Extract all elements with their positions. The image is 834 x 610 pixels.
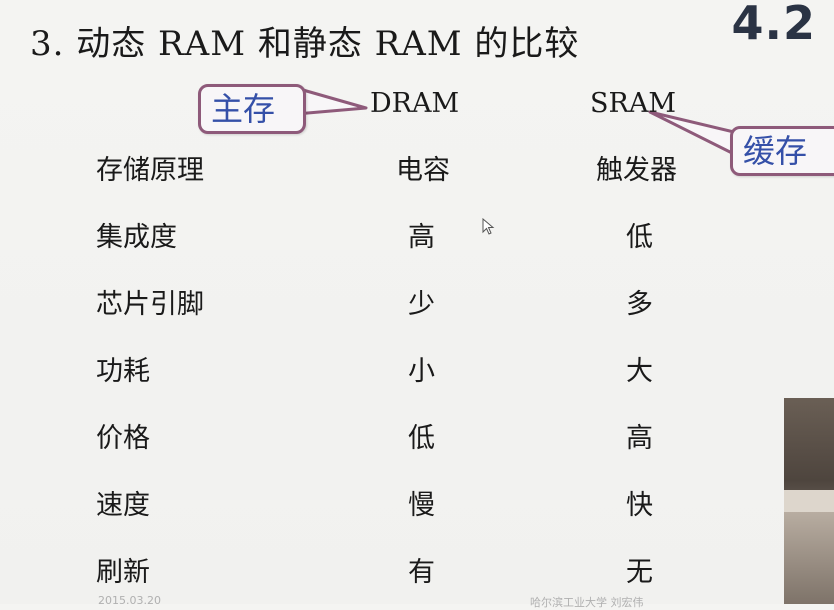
callout-main-memory: 主存 xyxy=(198,84,306,134)
table-row: 芯片引脚 少 多 xyxy=(0,282,834,322)
row-property: 刷新 xyxy=(96,557,150,588)
row-sram-value: 快 xyxy=(626,490,653,521)
footer-organization: 哈尔滨工业大学 刘宏伟 xyxy=(530,596,644,609)
row-sram-value: 大 xyxy=(626,356,653,387)
row-sram-value: 无 xyxy=(626,557,653,588)
row-dram-value: 有 xyxy=(408,557,435,588)
speaker-video-inset xyxy=(784,398,834,604)
table-row: 集成度 高 低 xyxy=(0,215,834,255)
video-wall xyxy=(784,490,834,512)
row-property: 功耗 xyxy=(96,356,150,387)
table-row: 存储原理 电容 触发器 xyxy=(0,148,834,188)
row-dram-value: 少 xyxy=(408,289,435,320)
row-dram-value: 低 xyxy=(408,423,435,454)
row-sram-value: 高 xyxy=(626,423,653,454)
table-row: 刷新 有 无 xyxy=(0,550,834,590)
table-row: 功耗 小 大 xyxy=(0,349,834,389)
row-property: 芯片引脚 xyxy=(96,289,204,320)
row-property: 集成度 xyxy=(96,222,177,253)
row-property: 存储原理 xyxy=(96,155,204,186)
row-sram-value: 触发器 xyxy=(596,155,677,186)
table-row: 价格 低 高 xyxy=(0,416,834,456)
row-sram-value: 低 xyxy=(626,222,653,253)
row-property: 速度 xyxy=(96,490,150,521)
slide-title: 3. 动态 RAM 和静态 RAM 的比较 xyxy=(30,24,580,64)
column-header-dram: DRAM xyxy=(370,88,460,119)
footer-date: 2015.03.20 xyxy=(98,594,161,607)
row-dram-value: 高 xyxy=(408,222,435,253)
row-dram-value: 慢 xyxy=(408,490,435,521)
row-sram-value: 多 xyxy=(626,289,653,320)
callout-main-pointer xyxy=(294,86,368,116)
mouse-pointer-icon xyxy=(482,218,495,235)
slide: 3. 动态 RAM 和静态 RAM 的比较 4.2 主存 缓存 DRAM SRA… xyxy=(0,0,834,609)
column-header-sram: SRAM xyxy=(590,88,676,119)
row-dram-value: 电容 xyxy=(396,155,450,186)
row-property: 价格 xyxy=(96,423,150,454)
video-figure xyxy=(784,512,834,604)
table-row: 速度 慢 快 xyxy=(0,483,834,523)
section-number: 4.2 xyxy=(731,0,816,50)
row-dram-value: 小 xyxy=(408,356,435,387)
